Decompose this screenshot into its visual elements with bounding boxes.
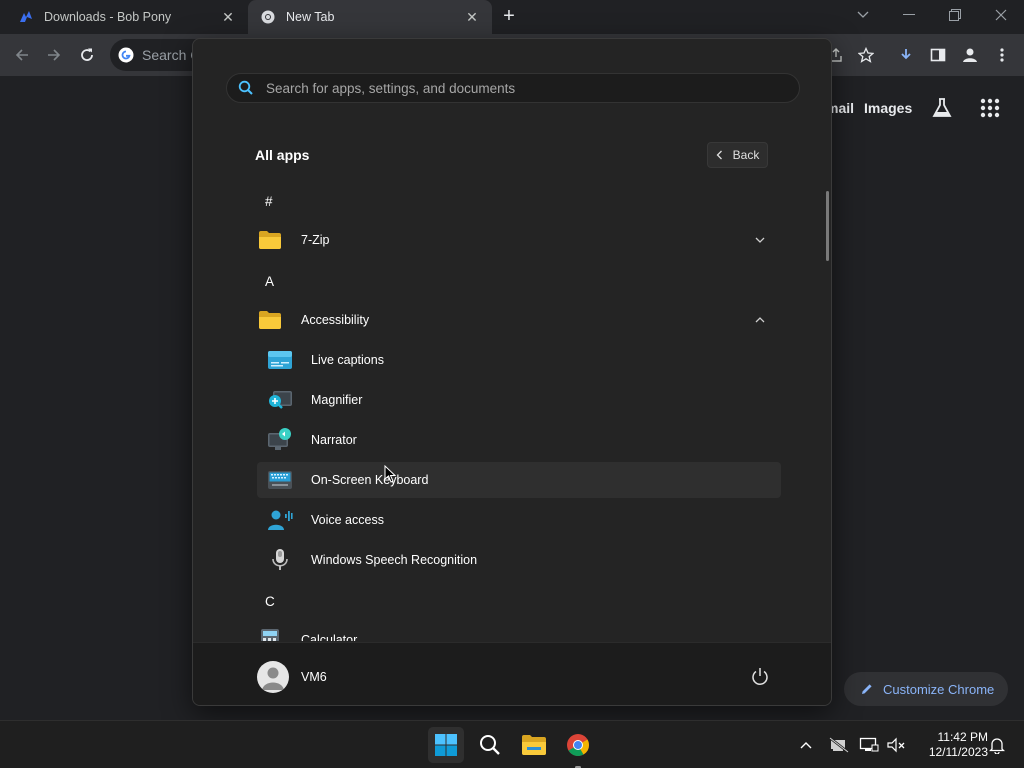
tab-downloads[interactable]: Downloads - Bob Pony ✕ (0, 0, 248, 34)
desktop: Downloads - Bob Pony ✕ New Tab ✕ + Searc… (0, 0, 1024, 768)
section-header-hash[interactable]: # (265, 194, 273, 209)
app-label: Voice access (311, 513, 384, 527)
chevron-left-icon (716, 150, 722, 160)
chrome-taskbar-icon[interactable] (560, 727, 596, 763)
google-apps-grid-icon[interactable] (980, 98, 1000, 118)
close-tab-icon[interactable]: ✕ (220, 9, 236, 25)
magnifier-icon (267, 387, 293, 413)
chrome-favicon-icon (260, 9, 276, 25)
all-apps-title: All apps (255, 147, 310, 163)
new-tab-plus-icon[interactable]: + (498, 6, 520, 28)
voice-access-icon (267, 507, 293, 533)
keyboard-icon (267, 467, 293, 493)
show-hidden-icons-chevron-icon[interactable] (795, 735, 817, 755)
bookmark-star-icon[interactable] (854, 43, 878, 67)
taskbar: 11:42 PM 12/11/2023 (0, 720, 1024, 768)
tab-search-chevron-icon[interactable] (840, 0, 886, 30)
start-search-box[interactable]: Search for apps, settings, and documents (226, 73, 800, 103)
app-voice-access[interactable]: Voice access (257, 502, 781, 538)
chevron-up-icon (755, 317, 765, 323)
mouse-cursor-icon (384, 465, 396, 483)
customize-chrome-button[interactable]: Customize Chrome (844, 672, 1008, 706)
tab-title: Downloads - Bob Pony (44, 10, 172, 24)
close-tab-icon[interactable]: ✕ (464, 9, 480, 25)
back-button-label: Back (732, 148, 760, 162)
back-button[interactable]: Back (707, 142, 768, 168)
folder-icon (257, 227, 283, 253)
app-windows-speech-recognition[interactable]: Windows Speech Recognition (257, 542, 781, 578)
labs-flask-icon[interactable] (930, 96, 954, 120)
app-live-captions[interactable]: Live captions (257, 342, 781, 378)
microphone-icon (267, 547, 293, 573)
power-icon[interactable] (749, 666, 771, 688)
app-label: Accessibility (301, 313, 370, 327)
tab-new-tab[interactable]: New Tab ✕ (248, 0, 492, 34)
notification-bell-icon[interactable] (986, 735, 1008, 755)
user-name[interactable]: VM6 (301, 670, 327, 684)
file-explorer-icon[interactable] (516, 727, 552, 763)
section-header-c[interactable]: C (265, 594, 275, 609)
app-on-screen-keyboard[interactable]: On-Screen Keyboard (257, 462, 781, 498)
volume-muted-icon[interactable] (885, 735, 907, 755)
images-link[interactable]: Images (864, 100, 912, 116)
app-label: Calculator (301, 633, 358, 641)
reload-icon[interactable] (75, 43, 99, 67)
app-label: On-Screen Keyboard (311, 473, 429, 487)
search-icon (238, 80, 253, 95)
calculator-icon (257, 627, 283, 641)
section-header-a[interactable]: A (265, 274, 274, 289)
side-panel-icon[interactable] (926, 43, 950, 67)
start-menu: Search for apps, settings, and documents… (192, 38, 832, 706)
user-avatar[interactable] (257, 661, 289, 693)
minimize-icon[interactable] (886, 0, 932, 30)
restore-icon[interactable] (932, 0, 978, 30)
app-list-scrollbar[interactable] (826, 191, 829, 261)
back-arrow-icon[interactable] (10, 43, 34, 67)
display-icon[interactable] (858, 735, 880, 755)
windows-start-icon[interactable] (428, 727, 464, 763)
folder-icon (257, 307, 283, 333)
start-search-placeholder: Search for apps, settings, and documents (266, 80, 516, 96)
app-magnifier[interactable]: Magnifier (257, 382, 781, 418)
google-g-icon (118, 47, 134, 63)
bob-pony-favicon-icon (18, 9, 34, 25)
start-footer: VM6 (193, 642, 831, 705)
app-label: Windows Speech Recognition (311, 553, 478, 567)
app-narrator[interactable]: Narrator (257, 422, 781, 458)
app-folder-accessibility[interactable]: Accessibility (257, 302, 781, 338)
customize-chrome-label: Customize Chrome (883, 681, 995, 697)
downloads-icon[interactable] (894, 43, 918, 67)
app-calculator[interactable]: Calculator (257, 622, 781, 641)
forward-arrow-icon[interactable] (42, 43, 66, 67)
app-label: 7-Zip (301, 233, 330, 247)
network-disconnected-icon[interactable] (828, 735, 850, 755)
all-apps-list[interactable]: # 7-Zip A Accessibility Live captions Ma… (193, 179, 831, 641)
app-folder-7zip[interactable]: 7-Zip (257, 222, 781, 258)
app-label: Narrator (311, 433, 357, 447)
chrome-menu-icon[interactable] (990, 43, 1014, 67)
profile-icon[interactable] (958, 43, 982, 67)
chrome-tab-strip: Downloads - Bob Pony ✕ New Tab ✕ + (0, 0, 1024, 34)
app-label: Live captions (311, 353, 384, 367)
system-clock[interactable]: 11:42 PM 12/11/2023 (916, 730, 988, 760)
pencil-icon (862, 684, 872, 694)
close-window-icon[interactable] (978, 0, 1024, 30)
chevron-down-icon (755, 237, 765, 243)
taskbar-search-icon[interactable] (472, 727, 508, 763)
narrator-icon (267, 427, 293, 453)
clock-time: 11:42 PM (937, 730, 988, 744)
live-captions-icon (267, 347, 293, 373)
tab-title: New Tab (286, 10, 335, 24)
app-label: Magnifier (311, 393, 363, 407)
clock-date: 12/11/2023 (928, 745, 988, 759)
